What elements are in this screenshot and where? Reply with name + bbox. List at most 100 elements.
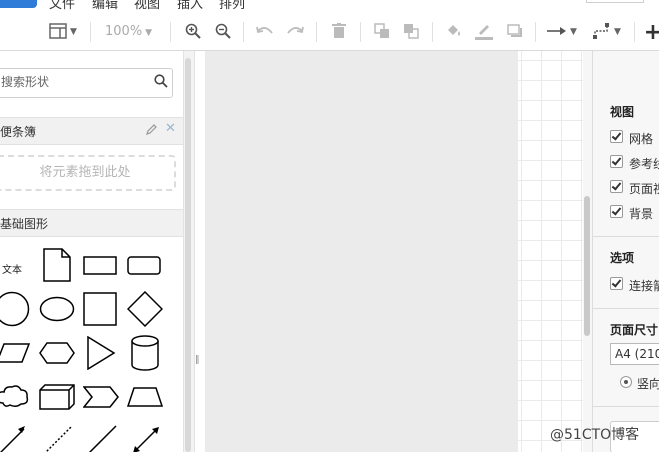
shape-arrow-line[interactable] xyxy=(0,425,28,452)
shape-trapezoid[interactable] xyxy=(127,387,163,407)
plus-icon: + xyxy=(643,19,659,45)
shape-square[interactable] xyxy=(83,292,117,326)
grid-checkbox[interactable] xyxy=(610,130,623,143)
connect-arrows-label: 连接箭头 xyxy=(629,279,659,293)
connection-style-button[interactable]: ▼ xyxy=(544,20,580,44)
shapes-panel: 便条簿 ✕ 将元素拖到此处 基础图形 文本 xyxy=(0,51,183,452)
waypoints-icon xyxy=(593,22,611,42)
close-icon[interactable]: ✕ xyxy=(165,121,176,136)
to-front-button[interactable] xyxy=(371,20,393,44)
toolbar-divider xyxy=(535,22,536,42)
shape-document[interactable] xyxy=(43,248,71,282)
shape-bidirectional-arrow[interactable] xyxy=(131,425,161,452)
panel-layout-button[interactable]: ▼ xyxy=(44,20,82,44)
app-logo xyxy=(0,0,37,8)
section-divider xyxy=(593,406,659,407)
menu-arrange[interactable]: 排列 xyxy=(219,0,245,12)
shape-cloud[interactable] xyxy=(0,383,30,409)
toolbar-divider xyxy=(90,22,91,42)
toolbar-divider xyxy=(432,22,433,42)
chevron-down-icon: ▼ xyxy=(614,27,621,37)
shape-diamond[interactable] xyxy=(127,291,163,327)
zoom-select[interactable]: 100% ▼ xyxy=(105,20,152,44)
guides-label: 参考线 xyxy=(629,157,659,171)
shape-circle[interactable] xyxy=(0,291,30,327)
format-panel: 视图 网格 参考线 页面视图 背景 选项 连接箭头 页面尺寸 A4 (210 m… xyxy=(592,51,659,452)
general-shapes-title: 基础图形 xyxy=(0,217,49,231)
redo-button[interactable] xyxy=(284,20,306,44)
search-icon[interactable] xyxy=(154,74,168,91)
shape-search xyxy=(0,68,173,98)
top-right-box[interactable] xyxy=(586,0,644,3)
background-checkbox[interactable] xyxy=(610,205,623,218)
shape-cube[interactable] xyxy=(39,384,75,410)
shape-rounded-rectangle[interactable] xyxy=(127,256,161,276)
menu-file[interactable]: 文件 xyxy=(49,0,75,12)
background-label: 背景 xyxy=(629,207,654,221)
waypoints-button[interactable]: ▼ xyxy=(589,20,625,44)
splitter-grip-icon[interactable]: ‖ xyxy=(195,355,200,365)
line-color-button[interactable] xyxy=(473,20,495,44)
portrait-radio[interactable] xyxy=(620,376,632,388)
zoom-out-button[interactable] xyxy=(212,20,234,44)
page-grid[interactable] xyxy=(518,51,584,452)
toolbar: ▼ 100% ▼ ▼ ▼ + xyxy=(0,14,659,51)
chevron-down-icon: ▼ xyxy=(70,27,77,37)
menu-bar: 文件 编辑 视图 插入 排列 xyxy=(0,0,659,14)
shadow-button[interactable] xyxy=(504,20,526,44)
to-back-icon xyxy=(403,23,419,42)
diagram-canvas[interactable] xyxy=(205,51,518,452)
delete-button[interactable] xyxy=(328,20,350,44)
shape-step[interactable] xyxy=(83,386,119,408)
undo-icon xyxy=(256,25,274,40)
search-input[interactable] xyxy=(0,69,151,95)
page-size-select[interactable]: A4 (210 mm x 297 mm) xyxy=(610,343,659,365)
connect-arrows-checkbox[interactable] xyxy=(610,277,623,290)
paint-bucket-icon xyxy=(445,23,463,42)
edit-icon[interactable] xyxy=(146,123,158,138)
shape-triangle[interactable] xyxy=(86,336,116,370)
trash-icon xyxy=(332,22,346,42)
guides-checkbox[interactable] xyxy=(610,155,623,168)
grid-label: 网格 xyxy=(629,132,654,146)
undo-button[interactable] xyxy=(254,20,276,44)
watermark: @51CTO博客 xyxy=(550,427,640,443)
chevron-down-icon: ▼ xyxy=(145,28,153,38)
page-size-title: 页面尺寸 xyxy=(610,323,659,337)
section-divider xyxy=(593,236,659,237)
page-view-checkbox[interactable] xyxy=(610,180,623,193)
toolbar-divider xyxy=(634,22,635,42)
canvas-scrollbar-thumb[interactable] xyxy=(584,196,590,336)
fill-color-button[interactable] xyxy=(443,20,465,44)
zoom-out-icon xyxy=(215,23,231,42)
options-section-title: 选项 xyxy=(610,251,635,265)
shape-ellipse[interactable] xyxy=(39,296,75,322)
scratchpad-dropzone[interactable]: 将元素拖到此处 xyxy=(0,155,176,191)
menu-view[interactable]: 视图 xyxy=(134,0,160,12)
shape-text[interactable]: 文本 xyxy=(2,261,22,276)
redo-icon xyxy=(286,25,304,40)
shape-rectangle[interactable] xyxy=(83,256,117,276)
insert-plus-button[interactable]: + xyxy=(643,19,659,45)
shape-parallelogram[interactable] xyxy=(0,343,30,363)
menu-edit[interactable]: 编辑 xyxy=(92,0,118,12)
panel-layout-icon xyxy=(49,22,67,42)
general-shapes-header[interactable]: 基础图形 xyxy=(0,209,183,237)
shape-dashed-line[interactable] xyxy=(43,425,73,452)
shape-cylinder[interactable] xyxy=(131,335,159,371)
toolbar-divider xyxy=(316,22,317,42)
zoom-in-button[interactable] xyxy=(182,20,204,44)
shape-hexagon[interactable] xyxy=(39,342,75,364)
view-section-title: 视图 xyxy=(610,105,635,119)
scratchpad-title: 便条簿 xyxy=(0,125,37,139)
shapes-scrollbar[interactable] xyxy=(185,58,191,452)
to-front-icon xyxy=(374,22,390,42)
menu-insert[interactable]: 插入 xyxy=(177,0,203,12)
page-view-label: 页面视图 xyxy=(629,182,659,196)
zoom-in-icon xyxy=(185,23,201,42)
canvas-scrollbar[interactable] xyxy=(583,51,592,452)
to-back-button[interactable] xyxy=(400,20,422,44)
toolbar-divider xyxy=(243,22,244,42)
scratchpad-header[interactable]: 便条簿 ✕ xyxy=(0,117,183,145)
shape-line[interactable] xyxy=(87,425,117,452)
